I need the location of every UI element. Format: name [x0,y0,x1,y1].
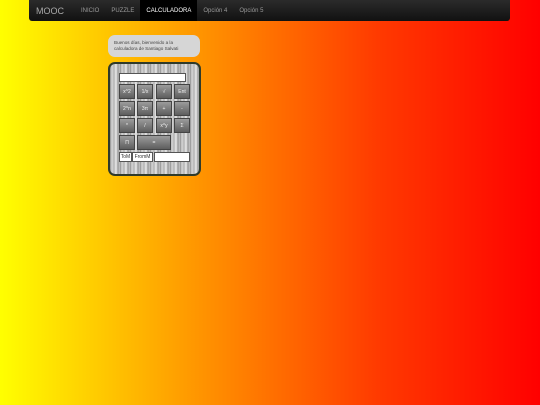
key-square[interactable]: x^2 [119,84,135,99]
welcome-bubble: Buenos días, bienvenido a la calculadora… [108,35,200,57]
key-product[interactable]: Π [119,135,135,150]
key-multiply[interactable]: * [119,118,135,133]
key-plus[interactable]: + [156,101,172,116]
calculator: x^2 1/x √ Ent 2^n 3π + - * / x^y Σ Π = T… [108,62,201,176]
key-integer[interactable]: Ent [174,84,190,99]
nav-calculadora[interactable]: CALCULADORA [140,0,198,21]
nav-opcion-4[interactable]: Opción 4 [197,0,233,21]
key-minus[interactable]: - [174,101,190,116]
key-divide[interactable]: / [137,118,153,133]
nav-opcion-5[interactable]: Opción 5 [233,0,269,21]
to-memory-button[interactable]: ToM [119,152,132,162]
calculator-display[interactable] [119,73,186,82]
memory-field[interactable] [154,152,190,162]
key-reciprocal[interactable]: 1/x [137,84,153,99]
key-power-of-two[interactable]: 2^n [119,101,135,116]
key-three-pi[interactable]: 3π [137,101,153,116]
from-memory-button[interactable]: FromM [132,152,153,162]
key-equals[interactable]: = [137,135,171,150]
key-sum[interactable]: Σ [174,118,190,133]
brand-link[interactable]: MOOC [29,0,71,21]
nav-puzzle[interactable]: PUZZLE [105,0,140,21]
nav-inicio[interactable]: INICIO [75,0,105,21]
key-sqrt[interactable]: √ [156,84,172,99]
top-navbar: MOOC INICIO PUZZLE CALCULADORA Opción 4 … [29,0,510,21]
key-power[interactable]: x^y [156,118,172,133]
